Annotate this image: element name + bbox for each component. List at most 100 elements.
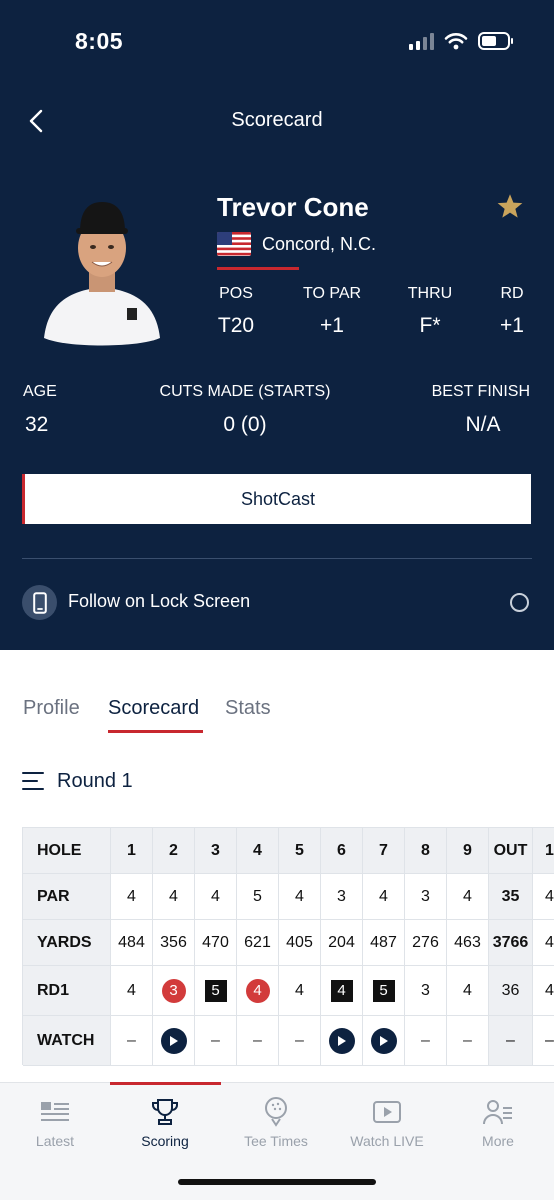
stat-value-pos: T20	[217, 314, 255, 337]
score-value: 4	[111, 966, 153, 1016]
player-name: Trevor Cone	[217, 192, 369, 222]
cuts-made-label: CUTS MADE (STARTS)	[159, 383, 331, 400]
row-label-yards: YARDS	[23, 920, 111, 966]
hole-number: 5	[279, 828, 321, 874]
nav-more[interactable]: More	[443, 1083, 553, 1163]
player-hometown: Concord, N.C.	[262, 234, 377, 254]
bogey-score: 4	[330, 979, 353, 1002]
score-value: 4	[447, 966, 489, 1016]
play-video-icon	[372, 1097, 402, 1127]
tab-active-indicator	[108, 730, 203, 733]
yards-value: 484	[111, 920, 153, 966]
score-cell: 4	[321, 966, 363, 1016]
stat-value-thru: F*	[419, 314, 441, 337]
stat-value-to-par: +1	[320, 314, 344, 337]
watch-shot-play-icon[interactable]	[160, 1027, 187, 1054]
watch-unavailable: –	[237, 1016, 279, 1066]
score-cell: 4	[237, 966, 279, 1016]
yards-value: 621	[237, 920, 279, 966]
status-time: 8:05	[75, 28, 124, 54]
age-label: AGE	[23, 383, 57, 400]
round-selector[interactable]: Round 1	[57, 770, 133, 793]
tab-scorecard[interactable]: Scorecard	[108, 697, 199, 720]
hole-number: 9	[447, 828, 489, 874]
par-value: 4	[447, 874, 489, 920]
nav-label-tee-times: Tee Times	[244, 1133, 308, 1149]
hole-number: 2	[153, 828, 195, 874]
cuts-made-value: 0 (0)	[223, 413, 267, 436]
next-hole-number: 1	[533, 828, 554, 874]
follow-lock-screen-radio[interactable]	[510, 593, 529, 612]
watch-shot-play-icon[interactable]	[370, 1027, 397, 1054]
stat-label-pos: POS	[219, 285, 253, 302]
watch-unavailable: –	[447, 1016, 489, 1066]
par-row: PAR 4 4 4 5 4 3 4 3 4 35 4	[23, 874, 554, 920]
rd1-out: 36	[489, 966, 533, 1016]
nav-tee-times[interactable]: Tee Times	[221, 1083, 331, 1163]
nav-label-latest: Latest	[35, 1133, 75, 1149]
yards-value: 487	[363, 920, 405, 966]
player-header: 8:05 Scorecard Trevor Cone Concord, N.C.…	[0, 0, 554, 650]
best-finish-label: BEST FINISH	[431, 383, 530, 400]
par-value: 3	[405, 874, 447, 920]
par-value: 4	[363, 874, 405, 920]
status-icons	[409, 30, 513, 52]
stat-value-rd: +1	[500, 314, 524, 337]
yards-value: 405	[279, 920, 321, 966]
tab-profile[interactable]: Profile	[23, 697, 80, 720]
score-value: 3	[405, 966, 447, 1016]
row-label-hole: HOLE	[23, 828, 111, 874]
follow-lock-screen-label: Follow on Lock Screen	[68, 591, 251, 611]
hole-number: 1	[111, 828, 153, 874]
news-icon	[40, 1097, 70, 1127]
watch-unavailable: –	[195, 1016, 237, 1066]
watch-unavailable: –	[279, 1016, 321, 1066]
nav-watch-live[interactable]: Watch LIVE	[331, 1083, 443, 1163]
row-label-rd1: RD1	[23, 966, 111, 1016]
yards-value: 356	[153, 920, 195, 966]
bogey-score: 5	[372, 979, 395, 1002]
hole-row: HOLE 1 2 3 4 5 6 7 8 9 OUT 1	[23, 828, 554, 874]
stat-label-to-par: TO PAR	[302, 285, 362, 302]
trophy-icon	[150, 1097, 180, 1127]
yards-out: 3766	[489, 920, 533, 966]
best-finish-value: N/A	[465, 413, 501, 436]
watch-row: WATCH – – – – – – – –	[23, 1016, 554, 1066]
par-value: 4	[279, 874, 321, 920]
par-next: 4	[533, 874, 554, 920]
par-value: 3	[321, 874, 363, 920]
golf-ball-icon	[263, 1097, 289, 1127]
hole-number: 6	[321, 828, 363, 874]
watch-next: –	[533, 1016, 554, 1066]
list-menu-icon[interactable]	[22, 772, 44, 790]
rd1-row: RD1 4 3 5 4 4 4 5 3 4 36 4	[23, 966, 554, 1016]
score-cell: 5	[195, 966, 237, 1016]
name-accent-line	[217, 267, 299, 270]
row-label-watch: WATCH	[23, 1016, 111, 1066]
watch-unavailable: –	[405, 1016, 447, 1066]
watch-shot-play-icon[interactable]	[328, 1027, 355, 1054]
hole-number: 7	[363, 828, 405, 874]
score-value: 4	[279, 966, 321, 1016]
wifi-icon	[444, 33, 468, 50]
hole-number: 4	[237, 828, 279, 874]
watch-unavailable: –	[111, 1016, 153, 1066]
nav-scoring[interactable]: Scoring	[110, 1083, 220, 1163]
watch-cell	[363, 1016, 405, 1066]
hole-number: 8	[405, 828, 447, 874]
bogey-score: 5	[204, 979, 227, 1002]
star-icon[interactable]	[496, 193, 524, 220]
yards-value: 463	[447, 920, 489, 966]
stat-label-rd: RD	[500, 285, 524, 302]
nav-label-more: More	[482, 1133, 514, 1149]
par-value: 4	[195, 874, 237, 920]
page-title: Scorecard	[231, 109, 323, 131]
yards-value: 276	[405, 920, 447, 966]
shotcast-button[interactable]: ShotCast	[22, 474, 531, 524]
age-value: 32	[25, 413, 49, 436]
par-out: 35	[489, 874, 533, 920]
row-label-par: PAR	[23, 874, 111, 920]
nav-latest[interactable]: Latest	[0, 1083, 110, 1163]
tab-stats[interactable]: Stats	[225, 697, 271, 720]
score-cell: 5	[363, 966, 405, 1016]
